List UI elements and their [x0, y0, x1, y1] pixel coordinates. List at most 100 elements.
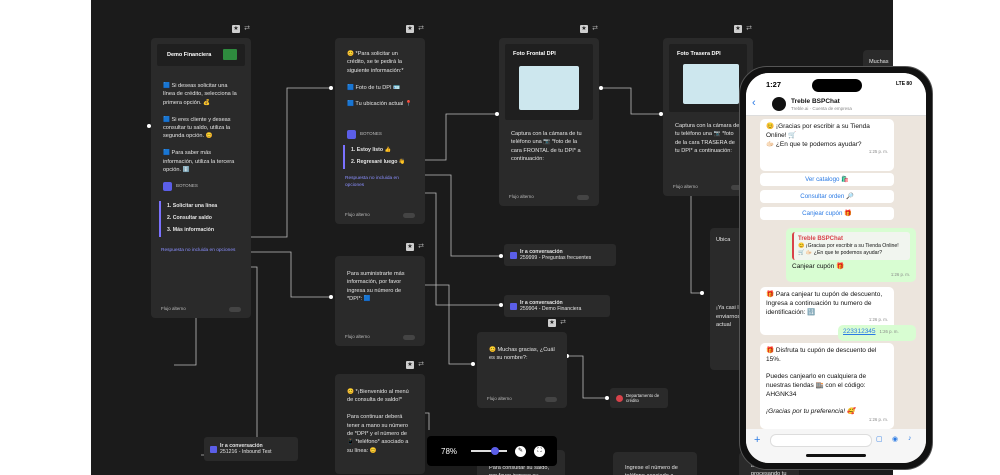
swap-icon[interactable]: ⇄: [243, 25, 251, 33]
star-icon[interactable]: ★: [406, 25, 414, 33]
contact-subtitle: Treble.ai · Cuenta de empresa: [791, 106, 852, 111]
dpi-image: Foto Trasera DPI: [669, 44, 747, 112]
brand-header: Demo Financiera: [157, 44, 245, 66]
swap-icon[interactable]: ⇄: [559, 319, 567, 327]
star-icon[interactable]: ★: [232, 25, 240, 33]
zoom-slider[interactable]: [471, 447, 507, 455]
phone-mockup: 1:27 LTE 80 ‹ Treble BSPChat Treble.ai ·…: [739, 66, 933, 470]
zoom-control[interactable]: 78% ✎ ⛶: [427, 436, 557, 466]
buttons-label: BOTONES: [163, 182, 239, 191]
goto-demo[interactable]: Ir a conversación 259904 - Demo Financier…: [504, 295, 610, 317]
star-icon[interactable]: ★: [734, 25, 742, 33]
id-card-icon: [519, 66, 579, 110]
node-actions: ★ ⇄: [406, 243, 425, 251]
redirect-icon: [510, 302, 517, 310]
front-dpi-node[interactable]: ★ ⇄ Foto Frontal DPI Captura con la cámar…: [499, 25, 599, 206]
alt-flow-toggle[interactable]: [545, 397, 557, 403]
node-actions: ★ ⇄: [406, 361, 425, 369]
goto-subtitle: 251216 - Inbound Test: [220, 449, 272, 455]
alt-flow-toggle[interactable]: [229, 307, 241, 313]
home-indicator: [806, 454, 866, 457]
quoted-message: Treble BSPChat 😊 ¡Gracias por escribir a …: [792, 232, 910, 261]
option-consultar[interactable]: 2. Consultar saldo: [159, 213, 243, 225]
swap-icon[interactable]: ⇄: [417, 243, 425, 251]
message-input[interactable]: [770, 434, 872, 447]
department-node[interactable]: Departamento de crédito: [610, 388, 668, 408]
goto-inbound[interactable]: Ir a conversación 251216 - Inbound Test: [204, 437, 298, 461]
no-match-option[interactable]: Respuesta no incluida en opciones: [345, 175, 415, 189]
star-icon[interactable]: ★: [406, 361, 414, 369]
node-footer: Flujo alterno: [499, 194, 599, 201]
quick-reply-coupon[interactable]: Canjear cupón 🎁: [760, 207, 894, 220]
name-question-node[interactable]: ★ ⇄ 😊 Muchas gracias, ¿Cuál es su nombre?…: [477, 319, 567, 408]
message-greeting: 😊 ¡Gracias por escribir a su Tienda Onli…: [760, 119, 894, 171]
back-icon[interactable]: ‹: [752, 97, 756, 109]
image-title: Foto Frontal DPI: [513, 51, 556, 57]
zoom-slider-knob[interactable]: [491, 447, 499, 455]
quick-reply-order[interactable]: Consultar orden 🔎: [760, 190, 894, 203]
message-id-number: 223312345 1:26 p. m.: [838, 325, 916, 341]
welcome-node[interactable]: ★ ⇄ Demo Financiera 🟦 Si deseas solicitar…: [151, 25, 251, 318]
alt-flow-toggle[interactable]: [403, 213, 415, 219]
star-icon[interactable]: ★: [580, 25, 588, 33]
node-actions: ★ ⇄: [580, 25, 599, 33]
goto-subtitle: 259904 - Demo Financiera: [520, 306, 582, 312]
node-actions: ★ ⇄: [734, 25, 753, 33]
no-match-option[interactable]: Respuesta no incluida en opciones: [161, 247, 241, 254]
swap-icon[interactable]: ⇄: [591, 25, 599, 33]
contact-name[interactable]: Treble BSPChat: [791, 98, 840, 105]
node-actions: ★ ⇄: [406, 25, 425, 33]
sticker-icon[interactable]: ▢: [876, 435, 883, 443]
department-icon: [616, 394, 623, 402]
node-footer: Flujo alterno: [151, 306, 251, 313]
swap-icon[interactable]: ⇄: [417, 25, 425, 33]
whatsapp-screen: 1:27 LTE 80 ‹ Treble BSPChat Treble.ai ·…: [746, 73, 926, 463]
star-icon[interactable]: ★: [406, 243, 414, 251]
brand-title: Demo Financiera: [167, 51, 212, 58]
star-icon[interactable]: ★: [548, 319, 556, 327]
goto-faq[interactable]: Ir a conversación 259999 - Preguntas frec…: [504, 244, 616, 266]
node-actions: ★ ⇄: [548, 319, 567, 327]
option-listo[interactable]: 1. Estoy listo 👍: [343, 145, 417, 157]
message-reply: Treble BSPChat 😊 ¡Gracias por escribir a …: [786, 228, 916, 282]
message-coupon-code: 🎁 Disfruta tu cupón de descuento del 15%…: [760, 343, 894, 429]
camera-icon[interactable]: ◉: [892, 435, 898, 443]
dpi-image: Foto Frontal DPI: [505, 44, 593, 120]
option-informacion[interactable]: 3. Más información: [159, 225, 243, 237]
avatar[interactable]: [772, 97, 786, 111]
node-message: 😊 *Para solicitar un crédito, se te pedi…: [347, 51, 412, 108]
screenshot-stage: ★ ⇄ Demo Financiera 🟦 Si deseas solicitar…: [0, 0, 1000, 475]
node-footer: Flujo alterno: [477, 396, 567, 403]
node-actions: ★ ⇄: [232, 25, 251, 33]
balance-menu-node[interactable]: ★ ⇄ 😊 *¡Bienvenido al menú de consulta de…: [335, 361, 425, 474]
node-footer: Flujo alterno: [335, 334, 425, 341]
alt-flow-toggle[interactable]: [403, 335, 415, 341]
swap-icon[interactable]: ⇄: [417, 361, 425, 369]
request-node[interactable]: ★ ⇄ 😊 *Para solicitar un crédito, se te p…: [335, 25, 425, 224]
fit-view-icon[interactable]: ⛶: [534, 445, 545, 457]
node-footer: Flujo alterno: [335, 212, 425, 219]
plus-icon[interactable]: +: [754, 434, 760, 446]
pointer-mode-icon[interactable]: ✎: [515, 445, 526, 457]
option-luego[interactable]: 2. Regresaré luego 👋: [343, 157, 417, 169]
redirect-icon: [210, 445, 217, 453]
message-input-bar: + ▢ ◉ ♪: [746, 429, 926, 463]
buttons-icon: [163, 182, 172, 191]
goto-subtitle: 259999 - Preguntas frecuentes: [520, 255, 592, 261]
dpi-input-node[interactable]: ★ ⇄ Para suministrarte más información, p…: [335, 243, 425, 346]
alt-flow-toggle[interactable]: [577, 195, 589, 201]
buttons-label: BOTONES: [347, 130, 413, 139]
swap-icon[interactable]: ⇄: [745, 25, 753, 33]
partial-node-phone[interactable]: Ingrese el número de teléfono asociado a: [613, 452, 697, 475]
microphone-icon[interactable]: ♪: [908, 435, 912, 442]
redirect-icon: [510, 251, 517, 259]
zoom-value: 78%: [441, 446, 458, 456]
node-message: 😊 *¡Bienvenido al menú de consulta de sa…: [347, 389, 409, 454]
node-message: Para suministrarte más información, por …: [347, 271, 405, 303]
logo-icon: [223, 49, 237, 60]
status-bar: 1:27 LTE 80: [746, 73, 926, 93]
quick-reply-catalog[interactable]: Ver catalogo 🛍️: [760, 173, 894, 186]
clock: 1:27: [766, 80, 782, 89]
option-solicitar[interactable]: 1. Solicitar una línea: [159, 201, 243, 213]
buttons-icon: [347, 130, 356, 139]
